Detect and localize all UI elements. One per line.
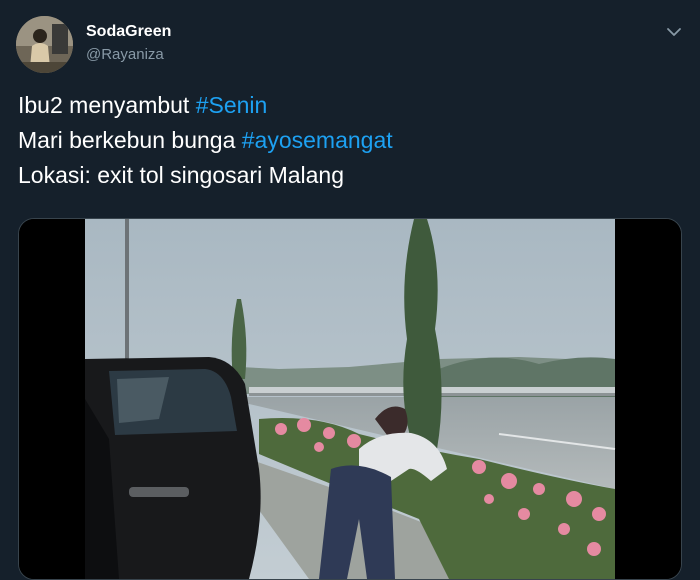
tweet-line-3: Lokasi: exit tol singosari Malang — [18, 162, 344, 188]
user-handle[interactable]: @Rayaniza — [86, 46, 164, 63]
chevron-down-icon — [667, 28, 681, 36]
video-player[interactable] — [18, 218, 682, 580]
hashtag-ayosemangat[interactable]: #ayosemangat — [242, 127, 393, 153]
tweet-text: Ibu2 menyambut #Senin Mari berkebun bung… — [18, 88, 678, 193]
tweet-line-2-text: Mari berkebun bunga — [18, 127, 242, 153]
tweet-line-2: Mari berkebun bunga #ayosemangat — [18, 123, 678, 158]
video-thumbnail-icon — [19, 219, 681, 579]
hashtag-senin[interactable]: #Senin — [196, 92, 268, 118]
tweet-line-1-text: Ibu2 menyambut — [18, 92, 196, 118]
tweet-line-1: Ibu2 menyambut #Senin — [18, 88, 678, 123]
avatar-photo-icon — [16, 16, 73, 73]
more-options-button[interactable] — [664, 22, 684, 42]
avatar[interactable] — [16, 16, 73, 73]
tweet-header: SodaGreen @Rayaniza — [16, 14, 684, 74]
display-name[interactable]: SodaGreen — [86, 23, 171, 41]
